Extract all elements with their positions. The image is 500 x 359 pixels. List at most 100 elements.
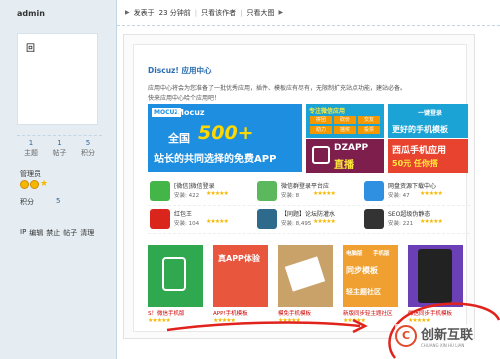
grid-cell: 拼团: [310, 116, 332, 124]
only-big-image-link[interactable]: 只看大图: [246, 8, 274, 18]
app-installs: 安装: 422: [174, 193, 200, 199]
app-rating: ★★★★★: [420, 190, 443, 197]
b4-subtitle: 更好的手机模板: [392, 125, 448, 134]
app-item[interactable]: 微信群登录平台应 安装: 8 ★★★★★: [255, 178, 362, 205]
wechat-icon: [150, 181, 170, 201]
template-tile[interactable]: S！微信手机版 ★★★★★: [148, 245, 208, 324]
action-posts[interactable]: 帖子: [63, 228, 77, 238]
app-name: SEO超级伪静态: [388, 211, 431, 218]
divider: |: [240, 8, 243, 17]
author-username[interactable]: admin: [17, 9, 45, 18]
tile-image: [408, 245, 463, 307]
app-item[interactable]: 网盘资源下载中心 安装: 47 ★★★★★: [362, 178, 469, 205]
action-ip[interactable]: IP: [20, 228, 26, 238]
grid-cell: 交友: [358, 116, 380, 124]
stat-threads[interactable]: 1 主题: [17, 138, 45, 158]
stat-threads-num: 1: [28, 139, 34, 147]
grid-cell: 助力: [310, 126, 332, 134]
tile-image: 真APP体验: [213, 245, 268, 307]
action-edit[interactable]: 编辑: [29, 228, 43, 238]
admin-actions: IP 编辑 禁止 帖子 清理: [20, 228, 94, 238]
online-indicator-icon: ▶: [125, 9, 130, 16]
grid-cell: 砍价: [334, 116, 356, 124]
red-arrow-annotation: [166, 318, 368, 334]
posted-label: 发表于: [133, 8, 155, 17]
app-item[interactable]: [微信]微信登录 安装: 422 ★★★★★: [148, 178, 255, 205]
tile-text: 电脑版: [346, 251, 363, 257]
mobile-template-banner[interactable]: 一键登录 更好的手机模板: [388, 104, 468, 138]
app-center-desc-2: 快来应用中心哈个应用吧！: [148, 95, 221, 102]
template-tile[interactable]: 真APP体验 APP!手机模板 ★★★★★: [213, 245, 273, 324]
tile-text: 同步模板: [346, 266, 378, 275]
chevron-right-icon: ▶: [278, 9, 284, 16]
watermark-text: 创新互联 CHUANG XIN HU LIAN: [421, 324, 473, 348]
b5-subtitle: 50元 任你搭: [392, 159, 438, 168]
tile-label: 模免手机模板: [278, 311, 312, 317]
wechat-apps-banner[interactable]: 专注微信应用 拼团 砍价 交友 助力 摇奖 投票: [306, 104, 384, 138]
tile-text: 轻主题社区: [346, 288, 381, 296]
b4-title: 一键登录: [418, 110, 443, 117]
phone-icon: [284, 256, 326, 292]
app-name: 红包王: [174, 211, 193, 218]
app-item[interactable]: 红包王 安装: 104 ★★★★★: [148, 206, 255, 233]
app-center-screenshot: Discuz! 应用中心 应用中心将会为您准备了一批优秀应用，插件、模板应有尽有…: [133, 44, 470, 332]
watermark-icon: C: [395, 325, 417, 347]
stat-threads-label: 主题: [24, 149, 38, 157]
app-row: 红包王 安装: 104 ★★★★★ 【同题】论坛防灌水 安装: 8,495 ★★…: [148, 206, 470, 234]
stat-posts[interactable]: 1 帖子: [46, 138, 74, 158]
app-name: 网盘资源下载中心: [388, 183, 437, 190]
template-tile[interactable]: 模免手机模板 ★★★★★: [278, 245, 338, 324]
app-name: 【同题】论坛防灌水: [281, 211, 336, 218]
tile-text: 手机版: [373, 251, 390, 257]
mocuz-banner[interactable]: MOCUZ Mocuz 全国 500+ 站长的共同选择的免费APP: [148, 104, 302, 172]
tile-label: APP!手机模板: [213, 311, 248, 317]
dzapp-live-banner[interactable]: DZAPP 直播: [306, 139, 384, 173]
tile-text: 真APP体验: [218, 254, 260, 263]
app-rating: ★★★★★: [206, 218, 229, 225]
credit-value: 5: [56, 197, 61, 205]
user-group[interactable]: 管理员: [20, 169, 41, 179]
tile-label: S！微信手机版: [148, 311, 185, 317]
b3-title: DZAPP: [334, 143, 369, 153]
cloud-icon: [364, 181, 384, 201]
watermark-name: 创新互联: [421, 328, 474, 343]
rewrite-icon: [364, 209, 384, 229]
star-icon: ★: [40, 179, 49, 189]
tile-image: [148, 245, 203, 307]
tile-image: [278, 245, 333, 307]
action-clean[interactable]: 清理: [80, 228, 94, 238]
only-author-link[interactable]: 只看该作者: [201, 8, 236, 18]
shield-icon: [257, 209, 277, 229]
app-installs: 安装: 47: [388, 193, 410, 199]
xigua-banner[interactable]: 西瓜手机应用 50元 任你搭: [388, 139, 468, 173]
medals: ★: [20, 180, 49, 189]
stat-credits-num: 5: [85, 139, 91, 147]
credit-label: 积分: [20, 198, 34, 206]
app-center-title[interactable]: Discuz! 应用中心: [148, 65, 211, 76]
app-rating: ★★★★★: [206, 190, 229, 197]
post-info-bar: ▶ 发表于 23 分钟前 | 只看该作者 | 只看大图 ▶: [117, 0, 500, 26]
app-item[interactable]: SEO超级伪静态 安装: 221 ★★★★★: [362, 206, 469, 233]
app-name: [微信]微信登录: [174, 183, 215, 190]
b5-title: 西瓜手机应用: [392, 146, 447, 156]
app-installs: 安装: 104: [174, 221, 200, 227]
grid-cell: 投票: [358, 126, 380, 134]
stat-credits[interactable]: 5 积分: [74, 138, 102, 158]
app-row: [微信]微信登录 安装: 422 ★★★★★ 微信群登录平台应 安装: 8 ★★…: [148, 178, 470, 206]
red-packet-icon: [150, 209, 170, 229]
medal-icon: [30, 180, 39, 189]
stat-credits-label: 积分: [81, 149, 95, 157]
medal-icon: [20, 180, 29, 189]
banner-tagline: 站长的共同选择的免费APP: [154, 154, 277, 165]
avatar[interactable]: 回: [17, 33, 98, 125]
post-image-frame: Discuz! 应用中心 应用中心将会为您准备了一批优秀应用，插件、模板应有尽有…: [123, 34, 475, 339]
app-list: [微信]微信登录 安装: 422 ★★★★★ 微信群登录平台应 安装: 8 ★★…: [148, 178, 470, 234]
action-ban[interactable]: 禁止: [46, 228, 60, 238]
tile-image: 电脑版 手机版 同步模板 轻主题社区: [343, 245, 398, 307]
post-time: 23 分钟前: [158, 8, 191, 17]
app-item[interactable]: 【同题】论坛防灌水 安装: 8,495 ★★★★★: [255, 206, 362, 233]
app-name: 微信群登录平台应: [281, 183, 330, 190]
app-installs: 安装: 8,495: [281, 221, 312, 227]
b2-title: 专注微信应用: [309, 108, 346, 115]
stat-posts-label: 帖子: [52, 149, 67, 157]
